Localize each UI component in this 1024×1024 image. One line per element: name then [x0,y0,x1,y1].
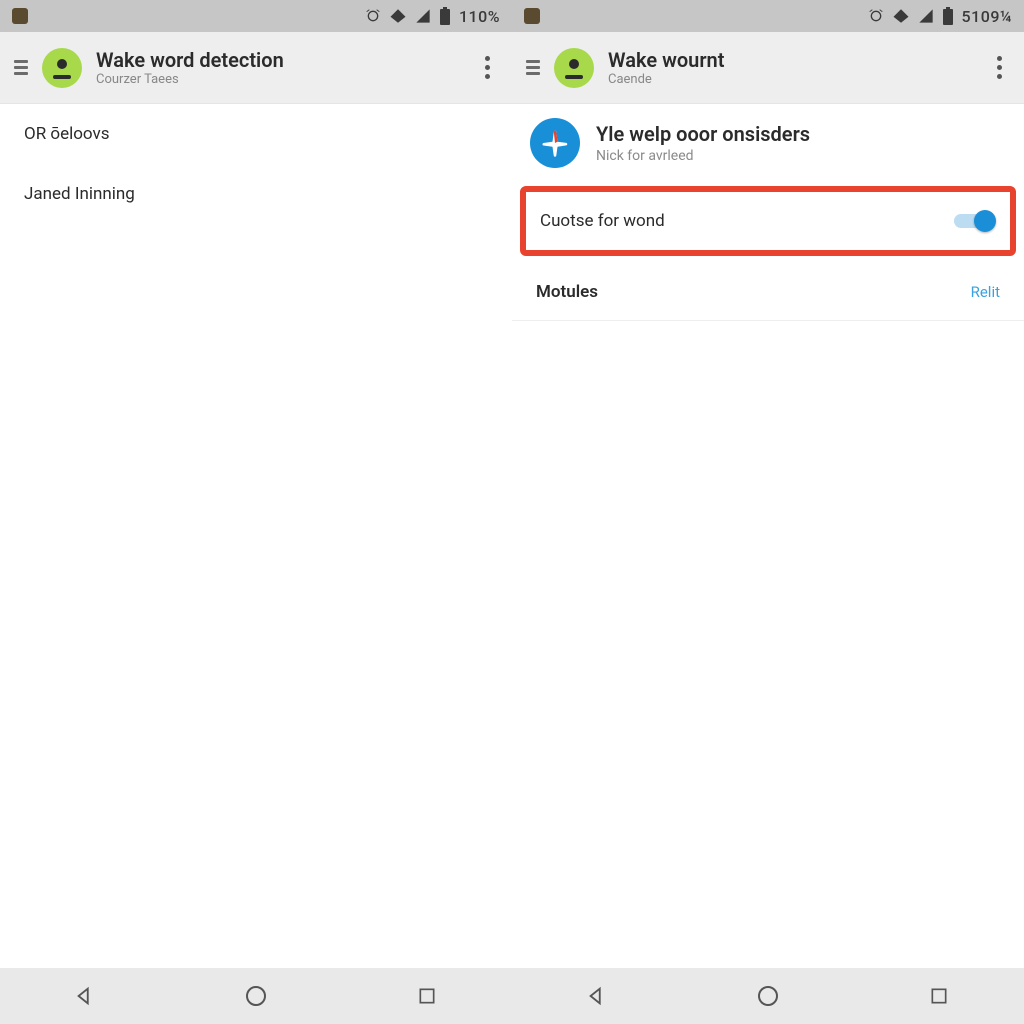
notification-icon [524,8,540,24]
battery-icon [942,7,954,25]
home-button[interactable] [744,972,792,1020]
wifi-icon [389,7,407,25]
status-bar: 110% [0,0,512,32]
alarm-icon [868,8,884,24]
status-bar: 5109¼ [512,0,1024,32]
app-icon [554,48,594,88]
list-item[interactable]: OR ōeloovs [0,104,512,164]
menu-icon[interactable] [526,60,540,75]
app-title: Wake word detection [96,48,284,72]
list-item-label: Janed Ininning [24,184,135,204]
battery-icon [439,7,451,25]
alarm-icon [365,8,381,24]
toggle-switch[interactable] [954,210,996,232]
phone-right: 5109¼ Wake wournt Caende Yle welp ooor o… [512,0,1024,1024]
section-header: Motules Relit [512,260,1024,321]
toggle-row-highlighted[interactable]: Cuotse for wond [520,186,1016,256]
home-button[interactable] [232,972,280,1020]
content-area: Yle welp ooor onsisders Nick for avrleed… [512,104,1024,968]
overflow-icon[interactable] [477,48,498,87]
back-button[interactable] [61,972,109,1020]
app-bar: Wake wournt Caende [512,32,1024,104]
recents-button[interactable] [403,972,451,1020]
signal-icon [415,8,431,24]
status-time: 110% [459,7,500,26]
card-title: Yle welp ooor onsisders [596,122,810,146]
status-time: 5109¼ [962,7,1012,26]
nav-bar [0,968,512,1024]
section-action-link[interactable]: Relit [971,283,1000,301]
app-subtitle: Caende [608,72,724,87]
app-title: Wake wournt [608,48,724,72]
app-bar: Wake word detection Courzer Taees [0,32,512,104]
overflow-icon[interactable] [989,48,1010,87]
menu-icon[interactable] [14,60,28,75]
list-item[interactable]: Janed Ininning [0,164,512,224]
toggle-label: Cuotse for wond [540,211,665,231]
info-card[interactable]: Yle welp ooor onsisders Nick for avrleed [512,104,1024,182]
notification-icon [12,8,28,24]
section-title: Motules [536,282,598,302]
list-item-label: OR ōeloovs [24,124,110,144]
card-subtitle: Nick for avrleed [596,148,810,164]
nav-bar [512,968,1024,1024]
app-subtitle: Courzer Taees [96,72,284,87]
signal-icon [918,8,934,24]
app-icon [42,48,82,88]
wifi-icon [892,7,910,25]
phone-left: 110% Wake word detection Courzer Taees O… [0,0,512,1024]
content-area: OR ōeloovs Janed Ininning [0,104,512,968]
compass-icon [530,118,580,168]
recents-button[interactable] [915,972,963,1020]
back-button[interactable] [573,972,621,1020]
